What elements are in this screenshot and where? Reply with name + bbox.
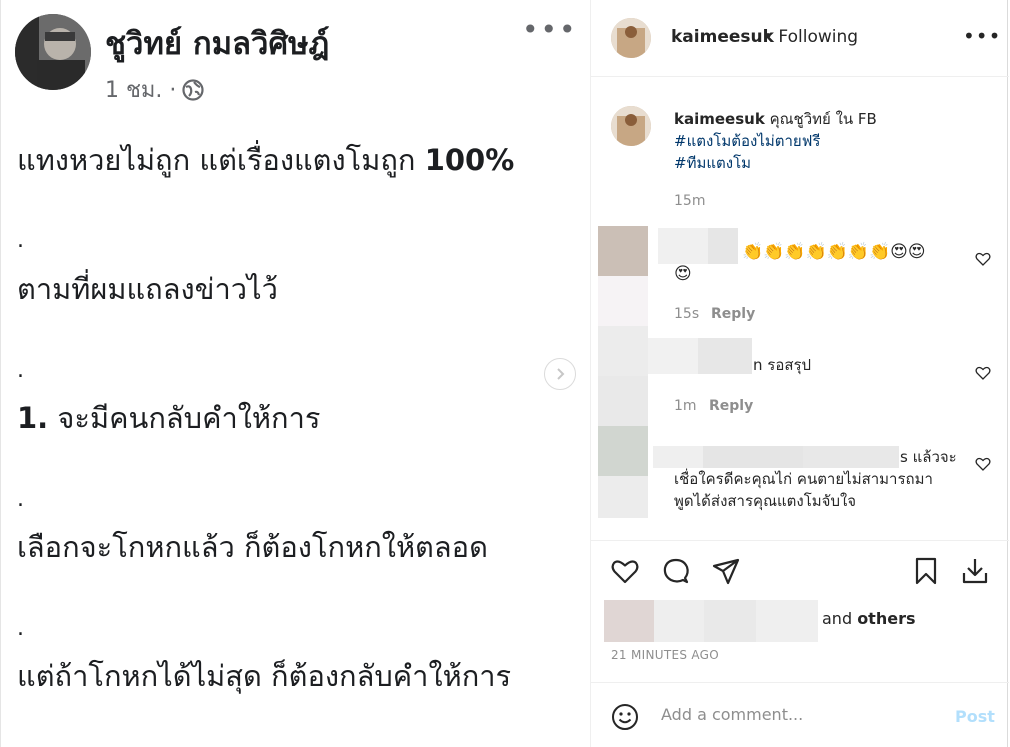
fb-line-5: แต่ถ้าโกหกได้ไม่สุด ก็ต้องกลับคำให้การ: [17, 659, 512, 693]
globe-icon: [182, 78, 205, 101]
fb-dot: .: [17, 228, 24, 253]
blurred-username: [653, 446, 703, 468]
blurred-username: [698, 338, 752, 374]
blurred-region: [598, 376, 648, 426]
bookmark-icon[interactable]: [911, 556, 941, 586]
fb-author-avatar: [15, 14, 91, 90]
caption-text: คุณชูวิทย์ ใน FB: [764, 110, 877, 128]
blurred-region: [756, 600, 818, 642]
fb-post-time: 1 ชม. ·: [105, 78, 177, 103]
blurred-username: [648, 338, 698, 374]
fb-line-3: 1. จะมีคนกลับคำให้การ: [17, 401, 321, 435]
post-header: kaimeesuk • Following •••: [591, 0, 1009, 77]
fb-post-meta: 1 ชม. ·: [105, 72, 205, 107]
fb-more-icon: •••: [522, 13, 578, 46]
add-comment-row: Post: [591, 682, 1009, 747]
commenter-avatar-blurred: [598, 326, 648, 376]
reply-button[interactable]: Reply: [711, 306, 755, 322]
liker-avatar-blurred: [604, 600, 654, 642]
fb-dot: .: [17, 358, 24, 383]
caption-time: 15m: [674, 193, 706, 209]
add-comment-input[interactable]: [661, 705, 941, 724]
caption: kaimeesuk คุณชูวิทย์ ใน FB #แตงโมต้องไม่…: [674, 108, 984, 174]
divider: [591, 540, 1009, 541]
hashtag-link[interactable]: #ทีมแตงโม: [674, 152, 984, 174]
following-status[interactable]: • Following: [763, 27, 858, 47]
blurred-region: [654, 600, 704, 642]
blurred-username: [803, 446, 899, 468]
comment-text: 😍: [674, 264, 692, 284]
fb-line-1: แทงหวยไม่ถูก แต่เรื่องแตงโมถูก 100%: [17, 143, 515, 177]
reply-button[interactable]: Reply: [709, 398, 753, 414]
comment-time: 1m: [674, 398, 697, 414]
caption-avatar[interactable]: [611, 106, 651, 146]
comment-like-heart-icon[interactable]: [975, 365, 991, 381]
comment-time: 15s: [674, 306, 700, 322]
caption-username[interactable]: kaimeesuk: [674, 110, 765, 128]
download-icon[interactable]: [960, 556, 990, 586]
header-username[interactable]: kaimeesuk: [671, 27, 774, 47]
avatar[interactable]: [611, 18, 651, 58]
emoji-icon[interactable]: [611, 703, 639, 731]
more-options-icon[interactable]: •••: [963, 24, 1001, 48]
share-icon[interactable]: [711, 556, 741, 586]
hashtag-link[interactable]: #แตงโมต้องไม่ตายฟรี: [674, 130, 984, 152]
comment-text: เชื่อใครดีคะคุณไก่ คนตายไม่สามารถมา: [674, 470, 933, 488]
comment-like-heart-icon[interactable]: [975, 251, 991, 267]
blurred-username: [658, 228, 708, 264]
fb-line-2: ตามที่ผมแถลงข่าวไว้: [17, 272, 278, 306]
blurred-region: [598, 276, 648, 326]
fb-author-name: ชูวิทย์ กมลวิศิษฎ์: [105, 26, 330, 62]
blurred-username: [708, 228, 738, 264]
post-image: ชูวิทย์ กมลวิศิษฎ์ 1 ชม. · ••• แทงหวยไม่…: [0, 0, 590, 747]
comment-icon[interactable]: [661, 556, 691, 586]
fb-line-4: เลือกจะโกหกแล้ว ก็ต้องโกหกให้ตลอด: [17, 530, 488, 564]
likes-summary[interactable]: and others: [822, 609, 915, 628]
comment-text: s แล้วจะ: [900, 448, 957, 466]
blurred-region: [598, 476, 648, 518]
chevron-right-icon: [557, 368, 565, 380]
post-comment-button[interactable]: Post: [955, 707, 995, 726]
commenter-avatar-blurred: [598, 426, 648, 476]
post-sidebar: kaimeesuk • Following ••• kaimeesuk คุณช…: [590, 0, 1009, 747]
commenter-avatar-blurred: [598, 226, 648, 276]
blurred-region: [704, 600, 756, 642]
heart-icon[interactable]: [610, 556, 640, 586]
comment-like-heart-icon[interactable]: [975, 456, 991, 472]
blurred-username: [703, 446, 803, 468]
comment-text: พูดได้ส่งสารคุณแตงโมจับใจ: [674, 492, 857, 510]
post-time-ago: 21 MINUTES AGO: [611, 648, 720, 662]
carousel-next-button[interactable]: [544, 358, 576, 390]
comment-text: n รอสรุป: [753, 356, 812, 374]
comment-text: 👏👏👏👏👏👏👏😍😍: [742, 242, 926, 262]
fb-dot: .: [17, 616, 24, 641]
fb-dot: .: [17, 487, 24, 512]
